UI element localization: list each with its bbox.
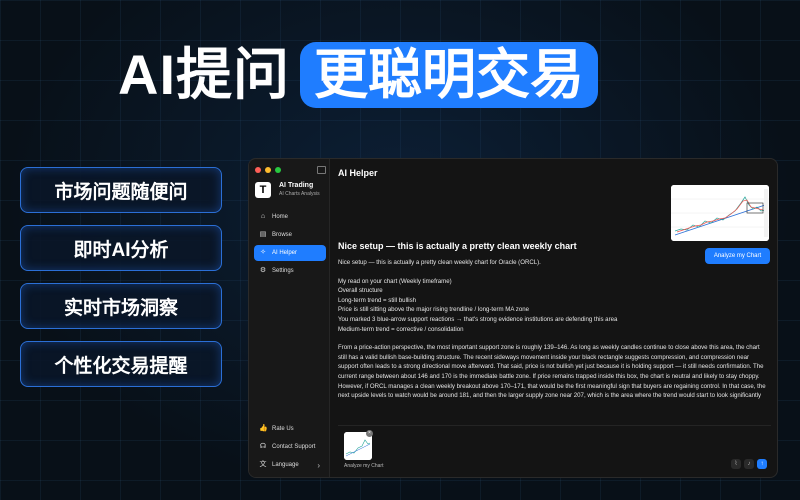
home-icon: ⌂ — [260, 213, 266, 220]
minimize-window-button[interactable] — [265, 167, 271, 173]
thumbs-up-icon: 👍 — [259, 425, 268, 432]
chevron-right-icon: › — [317, 460, 320, 470]
sidebar-item-label: Language — [272, 462, 299, 468]
remove-attachment-icon[interactable]: × — [366, 430, 373, 437]
app-window: T AI Trading AI Charts Analysis ⌂ Home ▤… — [248, 158, 778, 478]
app-logo: T — [255, 181, 271, 198]
translate-icon: 文 — [259, 461, 267, 468]
feature-ask-anything: 市场问题随便问 — [20, 167, 222, 213]
sidebar-item-language[interactable]: 文 Language › — [254, 457, 326, 473]
composer-label: Analyze my Chart — [344, 463, 384, 469]
response-line: My read on your chart (Weekly timeframe) — [338, 277, 452, 285]
feature-list: 市场问题随便问 即时AI分析 实时市场洞察 个性化交易提醒 — [20, 167, 222, 399]
feature-personalized-alerts: 个性化交易提醒 — [20, 341, 222, 387]
sidebar-item-browse[interactable]: ▤ Browse — [254, 227, 326, 243]
sidebar-item-settings[interactable]: ⚙ Settings — [254, 263, 326, 279]
headline-plain: AI提问 — [118, 43, 290, 106]
brand: T AI Trading AI Charts Analysis — [255, 181, 320, 198]
response-heading: Nice setup — this is actually a pretty c… — [338, 241, 577, 251]
close-window-button[interactable] — [255, 167, 261, 173]
sidebar-item-label: AI Helper — [272, 250, 298, 256]
sidebar-item-label: Settings — [272, 268, 294, 274]
response-line: Overall structure — [338, 287, 383, 295]
send-button[interactable]: ↑ — [757, 459, 767, 469]
ai-helper-icon: ✧ — [260, 249, 266, 256]
attach-icon[interactable]: ⌇ — [731, 459, 741, 469]
composer: × Analyze my Chart ⌇ ♪ ↑ — [338, 425, 771, 472]
sidebar-bottom-nav: 👍 Rate Us ☊ Contact Support 文 Language › — [254, 421, 326, 475]
gear-icon: ⚙ — [259, 267, 267, 274]
feature-instant-ai-analysis: 即时AI分析 — [20, 225, 222, 271]
sidebar-item-label: Browse — [272, 232, 293, 238]
chart-thumbnail-graphic — [671, 185, 769, 241]
headset-icon: ☊ — [259, 443, 267, 450]
sidebar: T AI Trading AI Charts Analysis ⌂ Home ▤… — [249, 159, 330, 477]
sidebar-item-contact-support[interactable]: ☊ Contact Support — [254, 439, 326, 455]
response-line: Long-term trend = still bullish — [338, 296, 417, 304]
response-line: You marked 3 blue-arrow support reaction… — [338, 315, 618, 323]
sidebar-item-rate-us[interactable]: 👍 Rate Us — [254, 421, 326, 437]
ai-response: Nice setup — this is actually a pretty c… — [338, 241, 768, 410]
response-line: Price is still sitting above the major r… — [338, 306, 530, 314]
sidebar-item-label: Contact Support — [272, 444, 316, 450]
sidebar-nav: ⌂ Home ▤ Browse ✧ AI Helper ⚙ Settings — [254, 209, 326, 281]
microphone-icon[interactable]: ♪ — [744, 459, 754, 469]
sidebar-item-home[interactable]: ⌂ Home — [254, 209, 326, 225]
page-title: AI Helper — [338, 168, 378, 178]
browse-icon: ▤ — [259, 231, 267, 238]
brand-name: AI Trading — [279, 182, 314, 189]
window-controls — [255, 167, 281, 173]
response-intro: Nice setup — this is actually a pretty c… — [338, 259, 541, 266]
feature-realtime-insight: 实时市场洞察 — [20, 283, 222, 329]
uploaded-chart-image[interactable] — [671, 185, 769, 241]
sidebar-item-label: Rate Us — [272, 426, 294, 432]
brand-subtitle: AI Charts Analysis — [279, 191, 320, 197]
response-line: Medium-term trend = corrective / consoli… — [338, 325, 464, 333]
headline-highlight: 更聪明交易 — [300, 42, 598, 108]
main-panel: AI Helper Analyze my Chart Nice setup — … — [330, 159, 777, 477]
response-paragraph: From a price-action perspective, the mos… — [338, 344, 766, 400]
sidebar-item-label: Home — [272, 214, 289, 220]
zoom-window-button[interactable] — [275, 167, 281, 173]
sidebar-item-ai-helper[interactable]: ✧ AI Helper — [254, 245, 326, 261]
headline: AI提问 更聪明交易 — [118, 40, 598, 110]
sidebar-toggle-icon[interactable] — [317, 166, 326, 174]
